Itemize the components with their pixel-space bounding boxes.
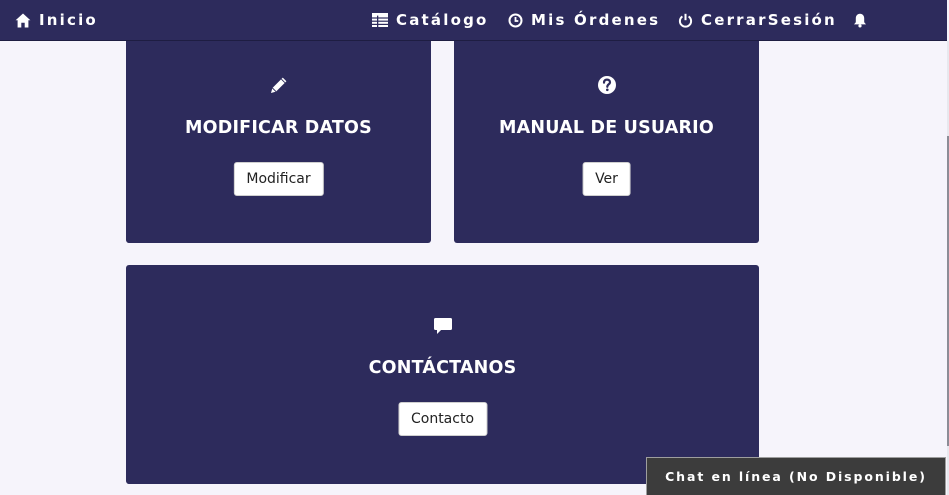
- contact-title: CONTÁCTANOS: [368, 358, 517, 378]
- pencil-icon: [270, 77, 286, 93]
- question-circle-icon: [597, 76, 616, 94]
- modify-data-card: MODIFICAR DATOS Modificar: [126, 30, 431, 243]
- nav-home-link[interactable]: Inicio: [15, 0, 98, 40]
- comment-icon: [433, 318, 452, 334]
- notifications-bell-button[interactable]: [853, 0, 867, 40]
- power-icon: [678, 13, 693, 28]
- clock-icon: [508, 13, 523, 27]
- contact-card: CONTÁCTANOS Contacto: [126, 265, 759, 484]
- nav-catalog-link[interactable]: Catálogo: [372, 0, 489, 40]
- nav-catalog-label: Catálogo: [396, 11, 489, 29]
- user-manual-title: MANUAL DE USUARIO: [499, 118, 714, 138]
- nav-logout-label: CerrarSesión: [701, 11, 837, 29]
- modify-data-title: MODIFICAR DATOS: [185, 118, 372, 138]
- table-icon: [372, 13, 388, 27]
- modify-button[interactable]: Modificar: [233, 162, 324, 196]
- user-manual-card: MANUAL DE USUARIO Ver: [454, 30, 759, 243]
- contact-button[interactable]: Contacto: [397, 402, 488, 436]
- top-navbar: Inicio Catálogo Mis Órdenes CerrarSesión: [0, 0, 947, 41]
- view-manual-button[interactable]: Ver: [582, 162, 631, 196]
- nav-orders-link[interactable]: Mis Órdenes: [508, 0, 660, 40]
- live-chat-tab[interactable]: Chat en línea (No Disponible): [646, 457, 946, 495]
- bell-icon: [854, 13, 866, 27]
- nav-home-label: Inicio: [39, 11, 98, 29]
- home-icon: [15, 13, 31, 27]
- live-chat-label: Chat en línea (No Disponible): [665, 469, 927, 484]
- nav-orders-label: Mis Órdenes: [531, 11, 661, 29]
- nav-logout-link[interactable]: CerrarSesión: [678, 0, 837, 40]
